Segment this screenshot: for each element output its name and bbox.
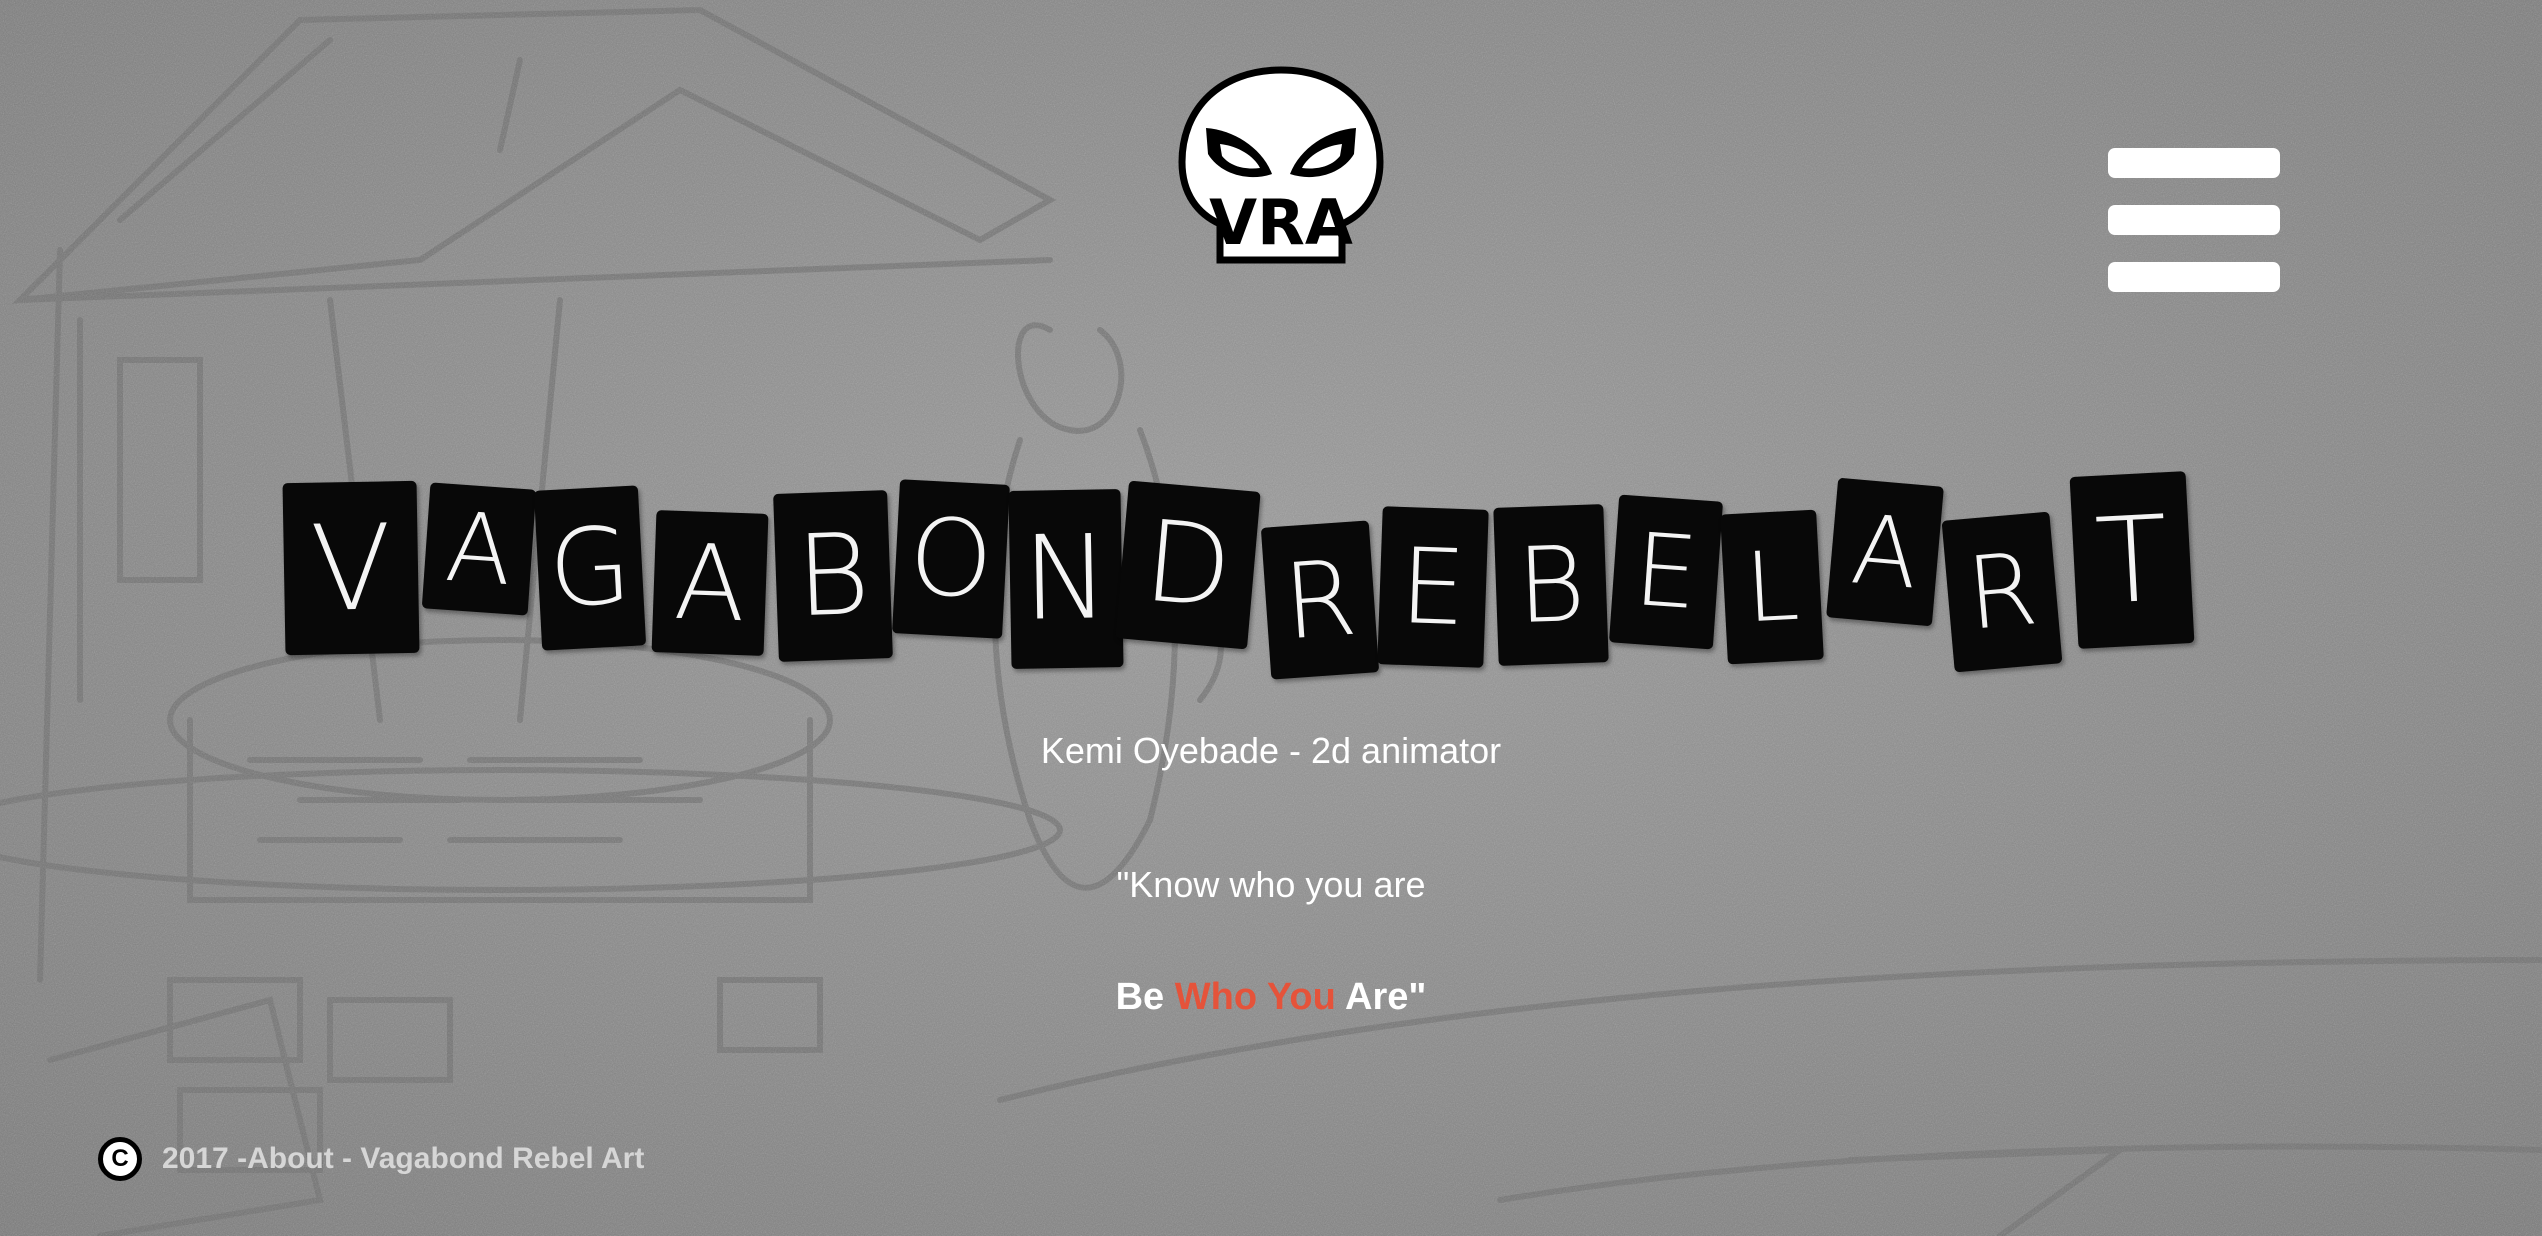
- footer-brand-link[interactable]: Vagabond Rebel Art: [360, 1142, 644, 1176]
- footer-about-link[interactable]: About: [247, 1142, 334, 1176]
- subtitle: Kemi Oyebade - 2d animator: [1040, 730, 1502, 771]
- quote-part-be: Be: [1115, 976, 1175, 1018]
- quote-line-1: "Know who you are: [1116, 864, 1426, 905]
- quote-part-are: Are": [1335, 976, 1427, 1018]
- title-letter: E: [1608, 494, 1724, 650]
- title-letter: T: [2069, 471, 2195, 649]
- menu-bar-middle: [2108, 205, 2280, 235]
- title-letter: R: [1260, 520, 1380, 680]
- skull-logo-icon: VRA: [1178, 66, 1384, 264]
- title-letter: L: [1720, 509, 1824, 665]
- title-letter: O: [892, 479, 1010, 639]
- footer: C 2017 - About - Vagabond Rebel Art: [98, 1137, 644, 1181]
- title-letter: A: [1826, 477, 1944, 627]
- hamburger-menu-button[interactable]: [2106, 148, 2282, 294]
- title-letter: V: [282, 480, 420, 656]
- footer-separator: -: [333, 1142, 361, 1175]
- quote-highlight: Who You: [1174, 976, 1336, 1018]
- title-letter: B: [1493, 504, 1609, 666]
- footer-year: 2017 -: [162, 1142, 248, 1175]
- title-letter: R: [1941, 511, 2063, 673]
- menu-bar-top: [2108, 148, 2280, 178]
- title-letter: N: [1008, 489, 1124, 669]
- skull-logo[interactable]: VRA: [1176, 64, 1386, 268]
- title-letter: D: [1115, 480, 1261, 650]
- title-letter: B: [773, 490, 893, 662]
- title-letter: E: [1377, 506, 1489, 668]
- title-letter: G: [533, 485, 647, 651]
- title-letter: A: [651, 510, 769, 656]
- site-title: V A G A B O N D R E B E L A R T: [282, 464, 2204, 684]
- quote-line-2: Be Who You Are": [0, 976, 2542, 1019]
- copyright-icon: C: [98, 1137, 142, 1181]
- svg-text:VRA: VRA: [1209, 186, 1353, 259]
- menu-bar-bottom: [2108, 262, 2280, 292]
- title-letter: A: [421, 482, 537, 616]
